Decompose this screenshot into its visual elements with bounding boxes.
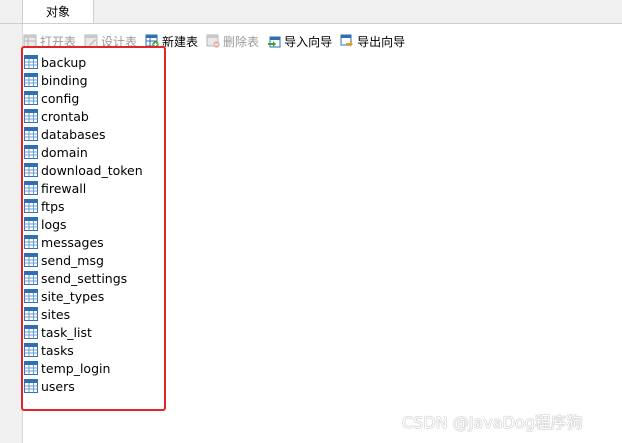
table-name: binding (41, 72, 88, 88)
import-wizard-button[interactable]: 导入向导 (267, 31, 332, 51)
design-table-label: 设计表 (101, 34, 138, 49)
table-name: firewall (41, 180, 87, 196)
open-table-icon (23, 34, 37, 48)
table-item-users[interactable]: users (24, 377, 143, 395)
object-toolbar: 打开表 设计表 新建表 删除表 导入向导 导出向导 (23, 31, 413, 51)
table-icon (24, 289, 38, 303)
delete-table-label: 删除表 (223, 34, 260, 49)
table-item-task-list[interactable]: task_list (24, 323, 143, 341)
table-icon (24, 235, 38, 249)
table-name: download_token (41, 162, 143, 178)
table-icon (24, 55, 38, 69)
table-icon (24, 181, 38, 195)
table-icon (24, 379, 38, 393)
table-name: logs (41, 216, 67, 232)
delete-table-button[interactable]: 删除表 (206, 31, 259, 51)
tab-objects[interactable]: 对象 (22, 0, 94, 23)
table-item-firewall[interactable]: firewall (24, 179, 143, 197)
table-name: domain (41, 144, 88, 160)
table-name: config (41, 90, 80, 106)
table-name: databases (41, 126, 106, 142)
table-icon (24, 145, 38, 159)
table-icon (24, 253, 38, 267)
table-icon (24, 91, 38, 105)
table-item-download-token[interactable]: download_token (24, 161, 143, 179)
table-icon (24, 343, 38, 357)
new-table-button[interactable]: 新建表 (145, 31, 198, 51)
table-list: backup binding config crontab databases domai… (24, 53, 143, 395)
tab-bar: 对象 (0, 0, 622, 24)
table-item-temp-login[interactable]: temp_login (24, 359, 143, 377)
table-icon (24, 163, 38, 177)
new-table-icon (145, 34, 159, 48)
table-item-ftps[interactable]: ftps (24, 197, 143, 215)
table-name: task_list (41, 324, 92, 340)
design-table-icon (84, 34, 98, 48)
table-name: crontab (41, 108, 89, 124)
table-name: tasks (41, 342, 74, 358)
design-table-button[interactable]: 设计表 (84, 31, 137, 51)
new-table-label: 新建表 (162, 34, 199, 49)
import-wizard-icon (268, 36, 281, 48)
open-table-button[interactable]: 打开表 (23, 31, 76, 51)
table-item-databases[interactable]: databases (24, 125, 143, 143)
table-name: site_types (41, 288, 105, 304)
table-item-send-settings[interactable]: send_settings (24, 269, 143, 287)
table-name: sites (41, 306, 71, 322)
delete-table-icon (206, 34, 220, 48)
table-name: send_msg (41, 252, 104, 268)
watermark: CSDN @JavaDog程序狗 (402, 409, 583, 433)
table-icon (24, 271, 38, 285)
table-name: messages (41, 234, 104, 250)
table-item-logs[interactable]: logs (24, 215, 143, 233)
table-icon (24, 325, 38, 339)
table-item-site-types[interactable]: site_types (24, 287, 143, 305)
table-name: temp_login (41, 360, 111, 376)
table-icon (24, 361, 38, 375)
table-icon (24, 127, 38, 141)
table-item-config[interactable]: config (24, 89, 143, 107)
table-item-backup[interactable]: backup (24, 53, 143, 71)
table-item-tasks[interactable]: tasks (24, 341, 143, 359)
table-name: send_settings (41, 270, 128, 286)
left-gutter (0, 0, 23, 443)
table-icon (24, 109, 38, 123)
table-name: ftps (41, 198, 65, 214)
navicat-object-panel: 对象 打开表 设计表 新建表 删除表 导入向导 导出向导 backup bind… (0, 0, 622, 443)
export-wizard-label: 导出向导 (357, 34, 406, 49)
table-item-sites[interactable]: sites (24, 305, 143, 323)
table-item-messages[interactable]: messages (24, 233, 143, 251)
table-icon (24, 307, 38, 321)
table-icon (24, 217, 38, 231)
table-name: backup (41, 54, 87, 70)
watermark-text: CSDN @JavaDog程序狗 (402, 413, 583, 432)
table-name: users (41, 378, 75, 394)
table-icon (24, 199, 38, 213)
export-wizard-button[interactable]: 导出向导 (340, 31, 405, 51)
table-icon (24, 73, 38, 87)
table-item-domain[interactable]: domain (24, 143, 143, 161)
import-wizard-label: 导入向导 (284, 34, 333, 49)
export-wizard-icon (340, 34, 354, 47)
table-item-binding[interactable]: binding (24, 71, 143, 89)
table-item-crontab[interactable]: crontab (24, 107, 143, 125)
open-table-label: 打开表 (40, 34, 77, 49)
table-item-send-msg[interactable]: send_msg (24, 251, 143, 269)
